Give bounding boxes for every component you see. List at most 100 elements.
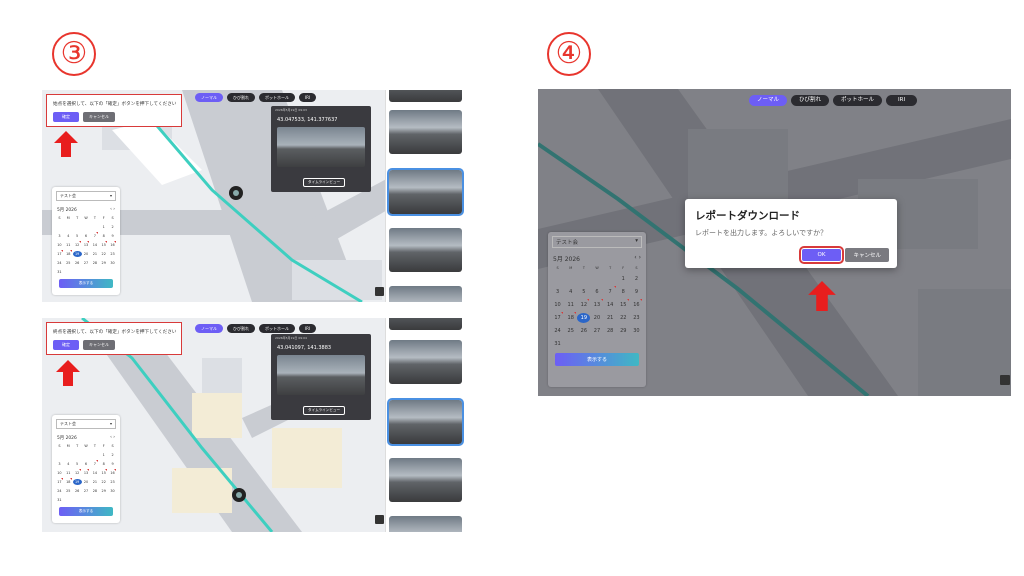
calendar-day[interactable]: 16 xyxy=(108,469,117,476)
calendar-day[interactable]: 15 xyxy=(617,299,630,310)
calendar-day[interactable]: 5 xyxy=(577,287,590,297)
calendar-day[interactable]: 13 xyxy=(590,299,603,310)
calendar-day[interactable]: 29 xyxy=(99,488,108,494)
calendar-day[interactable]: 7 xyxy=(604,286,617,297)
calendar-day[interactable]: 3 xyxy=(55,461,64,467)
calendar-day[interactable]: 5 xyxy=(73,233,82,239)
group-select[interactable]: テスト会 ▾ xyxy=(56,419,116,429)
tab-normal[interactable]: ノーマル xyxy=(195,324,223,333)
calendar-day[interactable]: 2 xyxy=(108,224,117,230)
calendar-day[interactable]: 7 xyxy=(90,460,99,467)
video-thumbnail[interactable] xyxy=(389,90,462,102)
calendar-day[interactable]: 8 xyxy=(617,287,630,297)
calendar-day[interactable]: 24 xyxy=(551,326,564,336)
calendar-day[interactable]: 27 xyxy=(82,488,91,494)
calendar-day[interactable]: 11 xyxy=(64,242,73,248)
tab-iri[interactable]: IRI xyxy=(299,93,317,102)
video-frame[interactable] xyxy=(277,127,365,167)
calendar-day[interactable]: 12 xyxy=(73,241,82,248)
calendar-day[interactable]: 9 xyxy=(108,461,117,467)
calendar-day[interactable]: 30 xyxy=(108,260,117,266)
calendar-day[interactable]: 23 xyxy=(108,479,117,485)
tab-cracks[interactable]: ひび割れ xyxy=(227,93,255,102)
group-select[interactable]: テスト会 ▾ xyxy=(56,191,116,201)
calendar-day[interactable]: 11 xyxy=(64,470,73,476)
calendar-day[interactable]: 31 xyxy=(551,339,564,349)
calendar-day[interactable]: 9 xyxy=(630,287,643,297)
calendar-day[interactable]: 19 xyxy=(72,251,82,257)
calendar-day[interactable]: 1 xyxy=(99,452,108,458)
calendar-day[interactable]: 29 xyxy=(617,326,630,336)
cancel-button[interactable]: キャンセル xyxy=(83,340,115,350)
calendar-day[interactable]: 6 xyxy=(82,461,91,467)
calendar-day[interactable]: 23 xyxy=(630,313,643,323)
calendar-day[interactable]: 28 xyxy=(604,326,617,336)
month-nav-icon[interactable]: ‹ › xyxy=(110,207,115,213)
video-thumbnail[interactable] xyxy=(389,110,462,154)
calendar-day[interactable]: 21 xyxy=(604,313,617,323)
tab-iri[interactable]: IRI xyxy=(299,324,317,333)
calendar-day[interactable]: 20 xyxy=(82,479,91,485)
timeline-view-button[interactable]: タイムラインビュー xyxy=(303,178,346,187)
calendar-day[interactable]: 17 xyxy=(551,312,564,323)
calendar-day[interactable]: 28 xyxy=(90,260,99,266)
camera-icon[interactable] xyxy=(232,488,246,502)
video-thumbnail[interactable] xyxy=(387,398,464,446)
calendar-day[interactable]: 13 xyxy=(82,469,91,476)
calendar-day[interactable]: 21 xyxy=(90,251,99,257)
calendar-day[interactable]: 12 xyxy=(73,469,82,476)
calendar-day[interactable]: 6 xyxy=(590,287,603,297)
calendar-day[interactable]: 20 xyxy=(82,251,91,257)
calendar-day[interactable]: 14 xyxy=(90,470,99,476)
tab-cracks[interactable]: ひび割れ xyxy=(227,324,255,333)
video-thumbnail[interactable] xyxy=(389,458,462,502)
video-thumbnail[interactable] xyxy=(389,286,462,302)
show-button[interactable]: 表示する xyxy=(59,279,113,288)
calendar-day[interactable]: 30 xyxy=(630,326,643,336)
ok-button[interactable]: OK xyxy=(798,246,845,264)
menu-icon[interactable] xyxy=(375,515,384,524)
calendar-day[interactable]: 31 xyxy=(55,269,64,275)
show-button[interactable]: 表示する xyxy=(59,507,113,516)
video-frame[interactable] xyxy=(277,355,365,395)
calendar-day[interactable]: 8 xyxy=(99,233,108,239)
calendar-day[interactable]: 18 xyxy=(564,312,577,323)
calendar-day[interactable]: 6 xyxy=(82,233,91,239)
calendar-day[interactable]: 3 xyxy=(551,287,564,297)
calendar-day[interactable]: 5 xyxy=(73,461,82,467)
calendar-day[interactable]: 20 xyxy=(590,313,603,323)
calendar-day[interactable]: 3 xyxy=(55,233,64,239)
calendar-day[interactable]: 25 xyxy=(64,488,73,494)
calendar-day[interactable]: 22 xyxy=(99,479,108,485)
calendar-day[interactable]: 10 xyxy=(55,242,64,248)
month-nav-icon[interactable]: ‹ › xyxy=(110,435,115,441)
camera-icon[interactable] xyxy=(229,186,243,200)
calendar-day[interactable]: 21 xyxy=(90,479,99,485)
calendar-day[interactable]: 27 xyxy=(82,260,91,266)
calendar-day[interactable]: 26 xyxy=(73,260,82,266)
calendar-day[interactable]: 15 xyxy=(99,469,108,476)
calendar-day[interactable]: 19 xyxy=(72,479,82,485)
cancel-button[interactable]: キャンセル xyxy=(845,248,889,262)
calendar-day[interactable]: 19 xyxy=(577,313,591,323)
calendar-day[interactable]: 9 xyxy=(108,233,117,239)
calendar-day[interactable]: 18 xyxy=(64,478,73,485)
calendar-day[interactable]: 4 xyxy=(64,461,73,467)
calendar-day[interactable]: 25 xyxy=(64,260,73,266)
video-thumbnail[interactable] xyxy=(389,228,462,272)
calendar-day[interactable]: 2 xyxy=(630,274,643,284)
calendar-day[interactable]: 15 xyxy=(99,241,108,248)
calendar-day[interactable]: 4 xyxy=(564,287,577,297)
calendar-day[interactable]: 4 xyxy=(64,233,73,239)
calendar-day[interactable]: 31 xyxy=(55,497,64,503)
calendar-day[interactable]: 22 xyxy=(99,251,108,257)
calendar-day[interactable]: 10 xyxy=(551,300,564,310)
calendar-day[interactable]: 25 xyxy=(564,326,577,336)
calendar-day[interactable]: 13 xyxy=(82,241,91,248)
video-thumbnail[interactable] xyxy=(389,318,462,330)
calendar-day[interactable]: 8 xyxy=(99,461,108,467)
calendar-day[interactable]: 14 xyxy=(90,242,99,248)
confirm-button[interactable]: 確定 xyxy=(53,112,79,122)
calendar-day[interactable]: 24 xyxy=(55,488,64,494)
tab-pothole[interactable]: ポットホール xyxy=(259,324,295,333)
